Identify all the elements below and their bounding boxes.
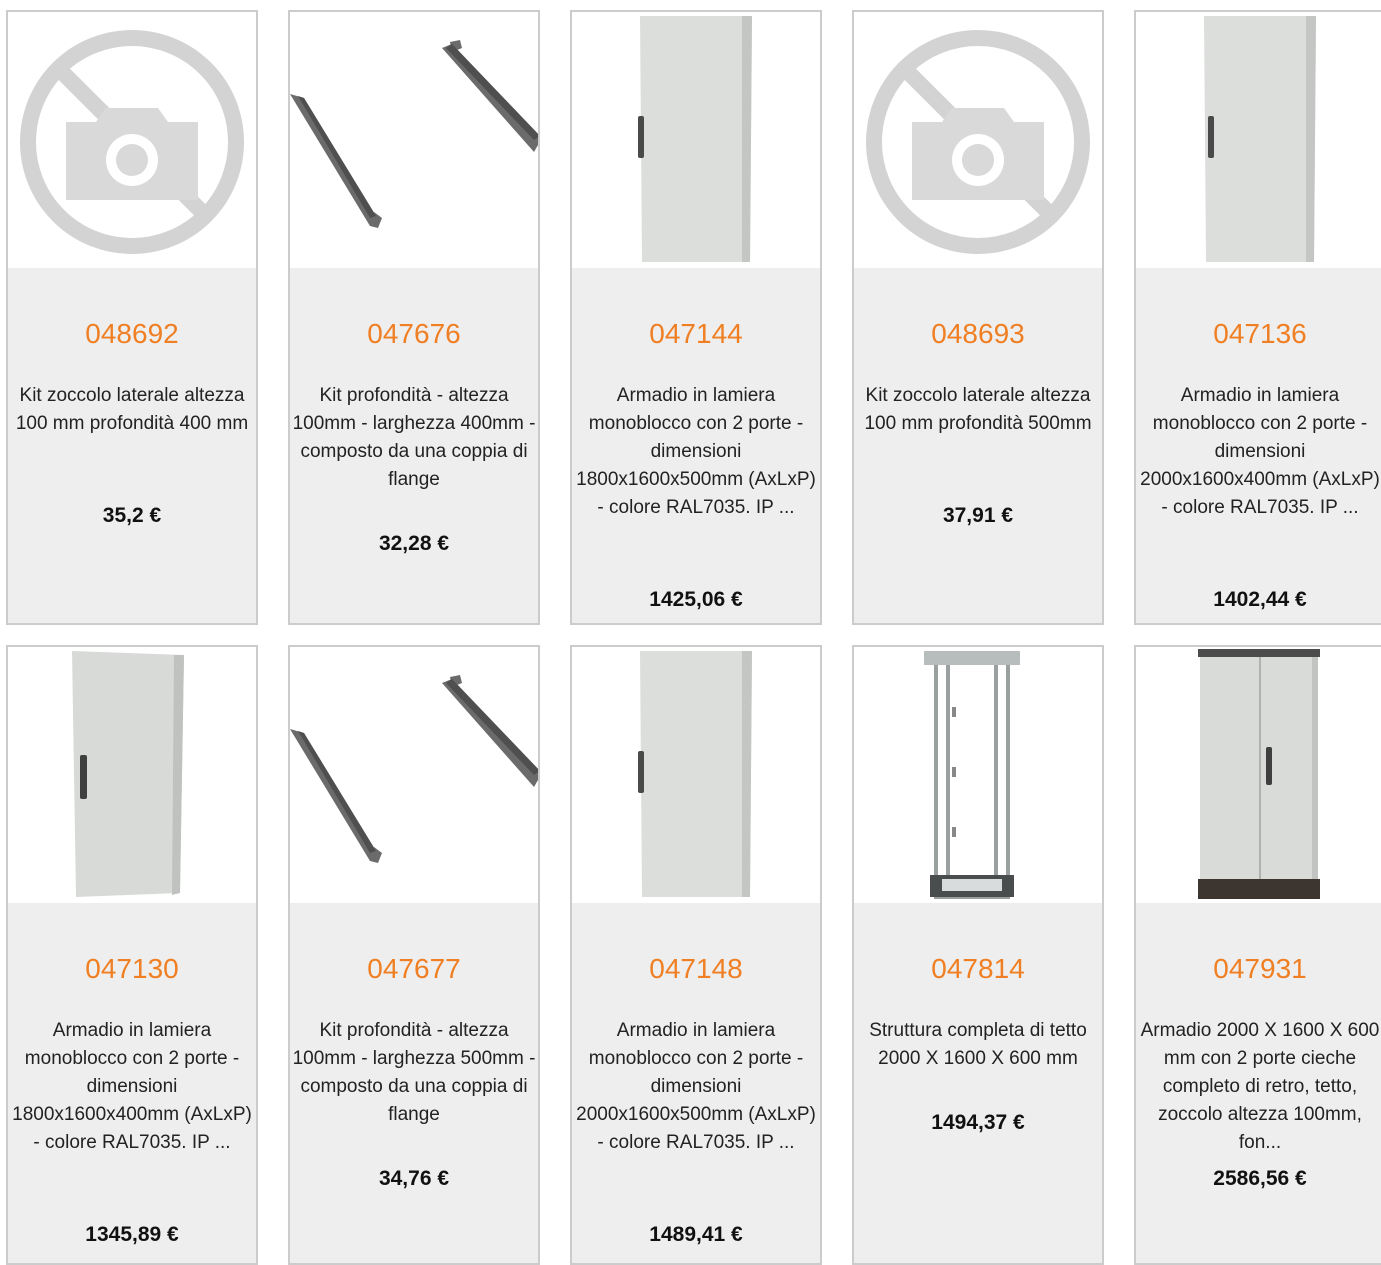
product-card[interactable]: 047931 Armadio 2000 X 1600 X 600 mm con … [1134,645,1381,1265]
product-description: Kit profondità - altezza 100mm - larghez… [292,385,536,490]
product-card[interactable]: 048693 Kit zoccolo laterale altezza 100 … [852,10,1104,625]
product-description: Kit zoccolo laterale altezza 100 mm prof… [15,385,249,434]
product-code-link[interactable]: 047814 [854,952,1102,986]
no-photo-icon[interactable] [854,12,1102,268]
product-card[interactable]: 048692 Kit zoccolo laterale altezza 100 … [6,10,258,625]
open-frame-rack-image[interactable] [854,647,1102,903]
product-card[interactable]: 047136 Armadio in lamiera monoblocco con… [1134,10,1381,625]
product-code-link[interactable]: 047130 [8,952,256,986]
product-card[interactable]: 047677 Kit profondità - altezza 100mm - … [288,645,540,1265]
cabinet-image[interactable] [1136,12,1381,268]
product-description: Armadio 2000 X 1600 X 600 mm con 2 porte… [1140,1020,1380,1153]
product-code-link[interactable]: 047144 [572,317,820,351]
no-photo-icon[interactable] [8,12,256,268]
product-price: 1402,44 € [1213,588,1307,611]
product-code-link[interactable]: 047136 [1136,317,1381,351]
flange-pair-image[interactable] [290,12,538,268]
product-description: Struttura completa di tetto 2000 X 1600 … [869,1020,1087,1069]
product-code-link[interactable]: 048693 [854,317,1102,351]
product-description: Armadio in lamiera monoblocco con 2 port… [576,385,816,518]
product-description: Armadio in lamiera monoblocco con 2 port… [576,1020,816,1153]
product-price: 1494,37 € [931,1111,1025,1134]
flange-pair-image[interactable] [290,647,538,903]
product-price: 34,76 € [378,1167,450,1190]
cabinet-image[interactable] [572,647,820,903]
product-card[interactable]: 047676 Kit profondità - altezza 100mm - … [288,10,540,625]
product-card[interactable]: 047148 Armadio in lamiera monoblocco con… [570,645,822,1265]
product-card[interactable]: 047130 Armadio in lamiera monoblocco con… [6,645,258,1265]
product-price: 1425,06 € [649,588,743,611]
product-price: 1345,89 € [85,1223,179,1246]
cabinet-double-door-image[interactable] [1136,647,1381,903]
cabinet-image[interactable] [8,647,256,903]
product-description: Armadio in lamiera monoblocco con 2 port… [12,1020,252,1153]
product-code-link[interactable]: 047148 [572,952,820,986]
product-price: 35,2 € [102,504,162,527]
product-price: 32,28 € [378,532,450,555]
cabinet-image[interactable] [572,12,820,268]
product-description: Kit profondità - altezza 100mm - larghez… [292,1020,536,1125]
product-code-link[interactable]: 047931 [1136,952,1381,986]
product-code-link[interactable]: 048692 [8,317,256,351]
product-description: Armadio in lamiera monoblocco con 2 port… [1140,385,1380,518]
product-card[interactable]: 047814 Struttura completa di tetto 2000 … [852,645,1104,1265]
product-price: 37,91 € [942,504,1014,527]
product-code-link[interactable]: 047677 [290,952,538,986]
product-code-link[interactable]: 047676 [290,317,538,351]
product-price: 1489,41 € [649,1223,743,1246]
product-description: Kit zoccolo laterale altezza 100 mm prof… [864,385,1092,434]
product-price: 2586,56 € [1213,1167,1307,1190]
product-card[interactable]: 047144 Armadio in lamiera monoblocco con… [570,10,822,625]
